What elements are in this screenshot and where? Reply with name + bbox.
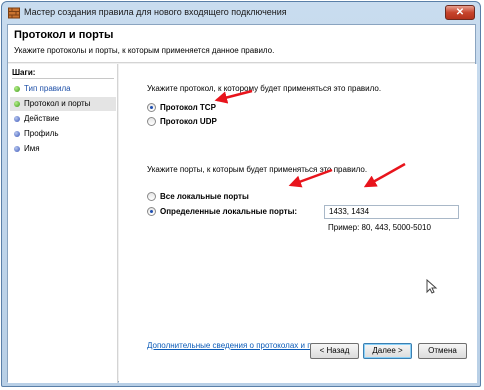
udp-radio[interactable] (147, 117, 156, 126)
steps-pane: Шаги: Тип правила Протокол и порты Дейст… (8, 64, 118, 383)
step-action: Действие (10, 112, 116, 126)
close-icon: ✕ (455, 7, 465, 18)
window-title: Мастер создания правила для нового входя… (24, 7, 287, 17)
specific-ports-radio[interactable] (147, 207, 156, 216)
cancel-button[interactable]: Отмена (418, 343, 467, 359)
all-ports-radio[interactable] (147, 192, 156, 201)
wizard-header: Протокол и порты Укажите протоколы и пор… (8, 25, 475, 63)
protocol-prompt: Укажите протокол, к которому будет приме… (147, 84, 382, 93)
ports-example: Пример: 80, 443, 5000-5010 (328, 223, 431, 232)
page-title: Протокол и порты (14, 29, 114, 41)
steps-heading: Шаги: (12, 68, 36, 77)
step-pending-icon (14, 146, 20, 152)
title-bar[interactable]: Мастер создания правила для нового входя… (2, 2, 480, 24)
step-label: Имя (24, 144, 40, 153)
tcp-radio[interactable] (147, 103, 156, 112)
step-complete-icon (14, 86, 20, 92)
mouse-cursor-icon (426, 279, 438, 294)
protocols-help-link[interactable]: Дополнительные сведения о протоколах и п… (147, 341, 332, 350)
step-label: Действие (24, 114, 60, 123)
ports-prompt: Укажите порты, к которым будет применять… (147, 165, 368, 174)
back-button[interactable]: < Назад (310, 343, 359, 359)
step-rule-type[interactable]: Тип правила (10, 82, 116, 96)
step-name: Имя (10, 142, 116, 156)
wizard-client-area: Протокол и порты Укажите протоколы и пор… (7, 24, 477, 383)
step-label: Профиль (24, 129, 59, 138)
step-profile: Профиль (10, 127, 116, 141)
steps-divider (12, 78, 114, 79)
firewall-icon (8, 7, 20, 19)
step-current-icon (14, 101, 20, 107)
close-button[interactable]: ✕ (445, 5, 475, 20)
step-pending-icon (14, 116, 20, 122)
step-protocol-ports[interactable]: Протокол и порты (10, 97, 116, 111)
ports-input[interactable]: 1433, 1434 (324, 205, 459, 219)
next-button[interactable]: Далее > (363, 343, 412, 359)
tcp-radio-label[interactable]: Протокол TCP (160, 103, 216, 112)
content-pane: Укажите протокол, к которому будет приме… (119, 64, 477, 383)
all-ports-radio-label[interactable]: Все локальные порты (160, 192, 249, 201)
step-pending-icon (14, 131, 20, 137)
wizard-window: Мастер создания правила для нового входя… (1, 1, 481, 387)
page-subtitle: Укажите протоколы и порты, к которым при… (14, 46, 275, 55)
udp-radio-label[interactable]: Протокол UDP (160, 117, 217, 126)
step-label: Тип правила (24, 84, 71, 93)
specific-ports-radio-label[interactable]: Определенные локальные порты: (160, 207, 297, 216)
step-label: Протокол и порты (24, 99, 91, 108)
